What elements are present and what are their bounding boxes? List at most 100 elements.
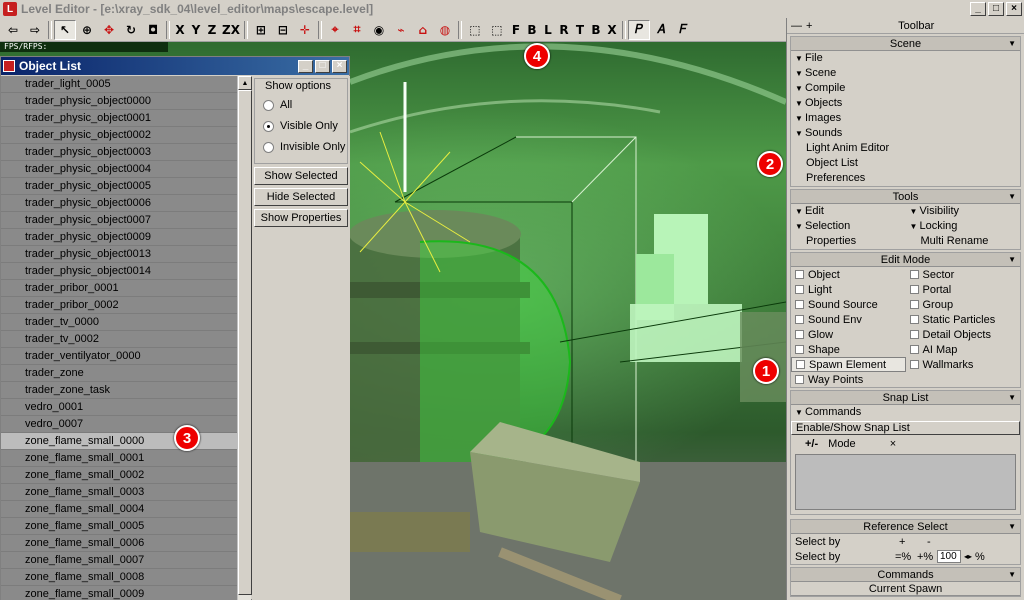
snap-list-header[interactable]: Snap List ▼ (791, 391, 1020, 405)
snap-grid-icon[interactable]: ⊞ (250, 20, 272, 40)
scale-icon[interactable]: ◘ (142, 20, 164, 40)
percent-input[interactable]: 100 (937, 550, 961, 563)
tools-header[interactable]: Tools ▼ (791, 190, 1020, 204)
view-r-icon[interactable]: R (556, 20, 572, 40)
view-b2-icon[interactable]: B (588, 20, 604, 40)
minimize-button[interactable]: _ (970, 2, 986, 16)
maximize-button[interactable]: □ (988, 2, 1004, 16)
object-list-item[interactable]: zone_flame_small_0008 (1, 569, 237, 586)
object-list-item[interactable]: trader_physic_object0014 (1, 263, 237, 280)
tools-edit[interactable]: ▼ Edit (791, 204, 906, 219)
edit-mode-glow[interactable]: Glow (791, 327, 906, 342)
object-list-item[interactable]: trader_physic_object0009 (1, 229, 237, 246)
scene-menu-scene[interactable]: ▼ Scene (791, 66, 1020, 81)
collapse-icon[interactable]: ▼ (1008, 39, 1016, 48)
hide-selected-button[interactable]: Hide Selected (254, 188, 348, 206)
edit-mode-group[interactable]: Group (906, 297, 1021, 312)
object-list-item[interactable]: zone_flame_small_0000 (1, 433, 237, 450)
axis-zx-icon[interactable]: ZX (220, 20, 242, 40)
object-list-item[interactable]: trader_physic_object0004 (1, 161, 237, 178)
tools-locking[interactable]: ▼ Locking (906, 219, 1021, 234)
select-eq-percent-button[interactable]: =% (895, 551, 917, 563)
edit-mode-header[interactable]: Edit Mode ▼ (791, 253, 1020, 267)
object-list-item[interactable]: trader_physic_object0002 (1, 127, 237, 144)
axis-y-icon[interactable]: Y (188, 20, 204, 40)
snap-commands-menu[interactable]: ▼ Commands (791, 405, 1020, 420)
zoom-ext-icon[interactable]: ⬚ (464, 20, 486, 40)
view-t-icon[interactable]: T (572, 20, 588, 40)
object-list-item[interactable]: trader_physic_object0000 (1, 93, 237, 110)
render-a-icon[interactable]: 𝐴 (650, 20, 672, 40)
snap-d-icon[interactable]: ⌁ (390, 20, 412, 40)
object-list-item[interactable]: trader_light_0005 (1, 76, 237, 93)
object-list-item[interactable]: trader_ventilyator_0000 (1, 348, 237, 365)
zoom-sel-icon[interactable]: ⬚ (486, 20, 508, 40)
edit-mode-static-particles[interactable]: Static Particles (906, 312, 1021, 327)
axis-z-icon[interactable]: Z (204, 20, 220, 40)
snap-b-icon[interactable]: ⌗ (346, 20, 368, 40)
ol-maximize-button[interactable]: □ (315, 59, 330, 73)
tools-selection[interactable]: ▼ Selection (791, 219, 906, 234)
view-x-icon[interactable]: X (604, 20, 620, 40)
spin-arrows-icon[interactable]: ◂▸ (964, 552, 972, 561)
object-list-item[interactable]: trader_tv_0002 (1, 331, 237, 348)
move-icon[interactable]: ✥ (98, 20, 120, 40)
object-list-item[interactable]: trader_physic_object0003 (1, 144, 237, 161)
snap-e-icon[interactable]: ⌂ (412, 20, 434, 40)
edit-mode-sector[interactable]: Sector (906, 267, 1021, 282)
edit-mode-wallmarks[interactable]: Wallmarks (906, 357, 1021, 372)
snap-vert-icon[interactable]: ✛ (294, 20, 316, 40)
select-by-minus-button[interactable]: - (927, 536, 931, 548)
radio-invisible-only[interactable]: Invisible Only (263, 141, 345, 153)
snap-object-list[interactable] (795, 454, 1016, 510)
object-list-titlebar[interactable]: Object List _ □ × (1, 57, 349, 75)
show-properties-button[interactable]: Show Properties (254, 209, 348, 227)
collapse-icon[interactable]: ▼ (1008, 255, 1016, 264)
object-list-item[interactable]: zone_flame_small_0003 (1, 484, 237, 501)
render-p-icon[interactable]: 𝑃 (627, 19, 650, 40)
render-f-icon[interactable]: 𝐹 (672, 20, 694, 40)
snap-obj-icon[interactable]: ⊟ (272, 20, 294, 40)
object-list-item[interactable]: trader_pribor_0002 (1, 297, 237, 314)
view-b-icon[interactable]: B (524, 20, 540, 40)
object-list-item[interactable]: trader_physic_object0001 (1, 110, 237, 127)
snap-f-icon[interactable]: ◍ (434, 20, 456, 40)
axis-x-icon[interactable]: X (172, 20, 188, 40)
collapse-icon[interactable]: ▼ (1008, 393, 1016, 402)
view-l-icon[interactable]: L (540, 20, 556, 40)
scene-header[interactable]: Scene ▼ (791, 37, 1020, 51)
object-list-item[interactable]: zone_flame_small_0009 (1, 586, 237, 600)
collapse-icon[interactable]: ▼ (1008, 570, 1016, 579)
snap-c-icon[interactable]: ◉ (368, 20, 390, 40)
object-list-item[interactable]: zone_flame_small_0005 (1, 518, 237, 535)
tools-visibility[interactable]: ▼ Visibility (906, 204, 1021, 219)
undo-arrow-icon[interactable]: ⇦ (2, 20, 24, 40)
panel-minus-icon[interactable]: — (791, 20, 802, 32)
snap-toggle-button[interactable]: +/- (805, 438, 818, 450)
reference-select-header[interactable]: Reference Select ▼ (791, 520, 1020, 534)
add-object-icon[interactable]: ⊕ (76, 20, 98, 40)
edit-mode-shape[interactable]: Shape (791, 342, 906, 357)
scene-menu-file[interactable]: ▼ File (791, 51, 1020, 66)
object-list-item[interactable]: zone_flame_small_0006 (1, 535, 237, 552)
show-selected-button[interactable]: Show Selected (254, 167, 348, 185)
scene-link[interactable]: Object List (791, 156, 1020, 171)
object-list-item[interactable]: trader_physic_object0006 (1, 195, 237, 212)
radio-visible-only[interactable]: Visible Only (263, 120, 338, 132)
edit-mode-sound-source[interactable]: Sound Source (791, 297, 906, 312)
tools-properties[interactable]: Properties (791, 234, 906, 249)
object-list-item[interactable]: trader_pribor_0001 (1, 280, 237, 297)
object-list-item[interactable]: zone_flame_small_0007 (1, 552, 237, 569)
scene-menu-sounds[interactable]: ▼ Sounds (791, 126, 1020, 141)
object-list-item[interactable]: trader_zone (1, 365, 237, 382)
object-list-item[interactable]: trader_physic_object0005 (1, 178, 237, 195)
scene-link[interactable]: Preferences (791, 171, 1020, 186)
edit-mode-way-points[interactable]: Way Points (791, 372, 906, 387)
select-by-plus-button[interactable]: + (899, 536, 927, 548)
object-list-item[interactable]: trader_physic_object0013 (1, 246, 237, 263)
collapse-icon[interactable]: ▼ (1008, 192, 1016, 201)
edit-mode-portal[interactable]: Portal (906, 282, 1021, 297)
snap-clear-icon[interactable]: × (890, 438, 896, 450)
scene-link[interactable]: Light Anim Editor (791, 141, 1020, 156)
ol-minimize-button[interactable]: _ (298, 59, 313, 73)
